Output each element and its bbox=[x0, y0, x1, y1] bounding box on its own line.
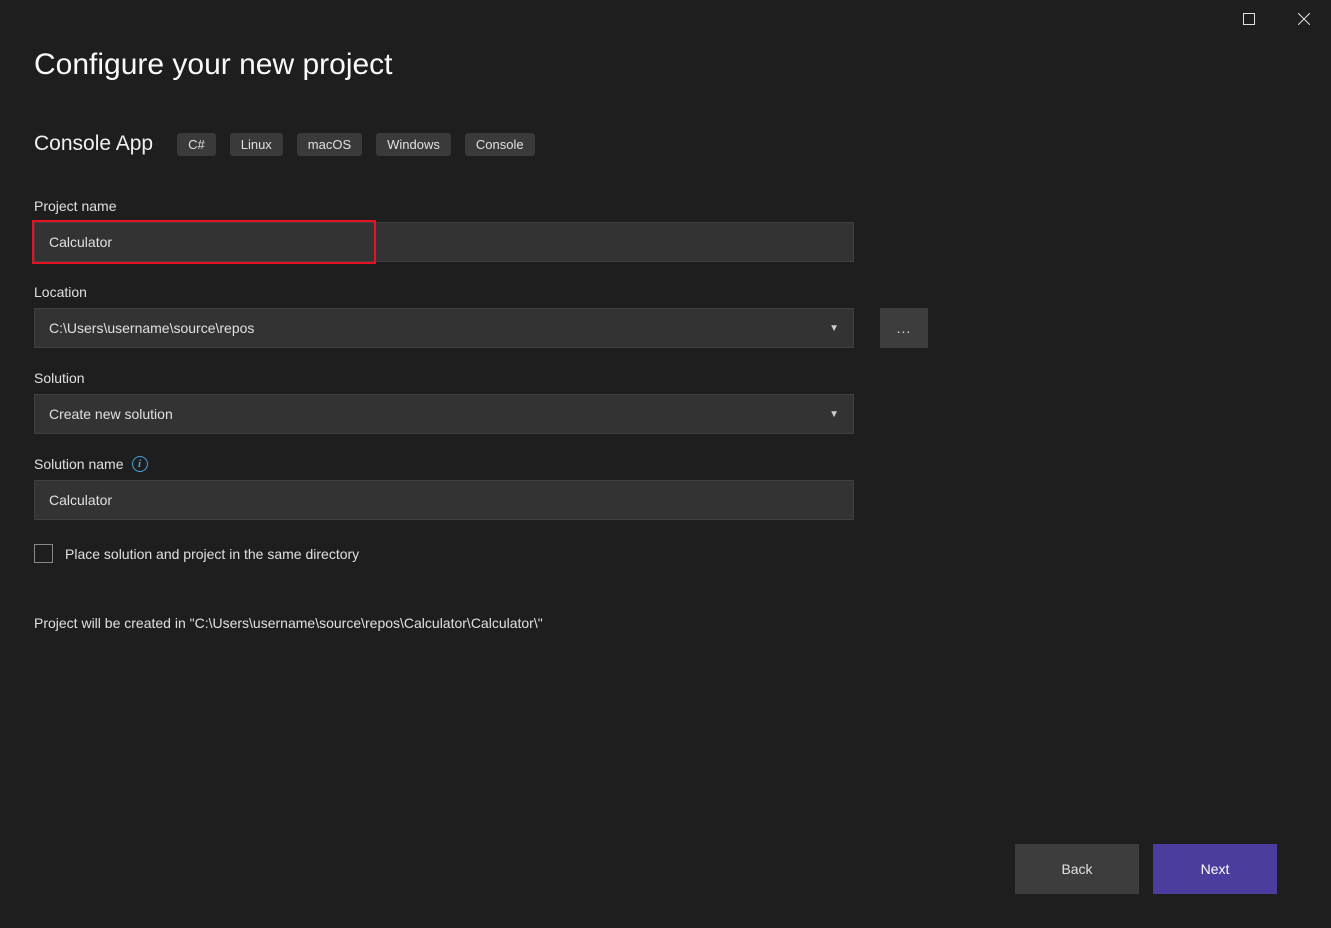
solution-name-group: Solution name i bbox=[34, 456, 1297, 520]
back-button[interactable]: Back bbox=[1015, 844, 1139, 894]
project-name-group: Project name bbox=[34, 198, 1297, 262]
close-icon bbox=[1298, 13, 1310, 25]
solution-name-label-text: Solution name bbox=[34, 456, 124, 472]
location-value: C:\Users\username\source\repos bbox=[49, 320, 254, 336]
chevron-down-icon: ▼ bbox=[829, 409, 839, 420]
close-button[interactable] bbox=[1276, 0, 1331, 38]
solution-name-input[interactable] bbox=[34, 480, 854, 520]
tags-container: C# Linux macOS Windows Console bbox=[177, 133, 535, 156]
maximize-icon bbox=[1243, 13, 1255, 25]
tag-csharp: C# bbox=[177, 133, 216, 156]
project-name-input[interactable] bbox=[34, 222, 854, 262]
info-icon[interactable]: i bbox=[132, 456, 148, 472]
project-name-label: Project name bbox=[34, 198, 1297, 214]
tag-console: Console bbox=[465, 133, 535, 156]
location-label: Location bbox=[34, 284, 1297, 300]
maximize-button[interactable] bbox=[1221, 0, 1276, 38]
project-path-info: Project will be created in "C:\Users\use… bbox=[34, 615, 1297, 631]
same-directory-checkbox[interactable] bbox=[34, 544, 53, 563]
template-name: Console App bbox=[34, 132, 153, 156]
footer: Back Next bbox=[1015, 844, 1277, 894]
template-row: Console App C# Linux macOS Windows Conso… bbox=[34, 132, 1297, 156]
solution-dropdown[interactable]: Create new solution ▼ bbox=[34, 394, 854, 434]
main-content: Configure your new project Console App C… bbox=[0, 0, 1331, 631]
tag-linux: Linux bbox=[230, 133, 283, 156]
next-button[interactable]: Next bbox=[1153, 844, 1277, 894]
location-group: Location C:\Users\username\source\repos … bbox=[34, 284, 1297, 348]
browse-button[interactable]: ... bbox=[880, 308, 928, 348]
location-dropdown[interactable]: C:\Users\username\source\repos ▼ bbox=[34, 308, 854, 348]
tag-windows: Windows bbox=[376, 133, 451, 156]
page-title: Configure your new project bbox=[34, 48, 1297, 82]
solution-group: Solution Create new solution ▼ bbox=[34, 370, 1297, 434]
tag-macos: macOS bbox=[297, 133, 362, 156]
solution-label: Solution bbox=[34, 370, 1297, 386]
chevron-down-icon: ▼ bbox=[829, 323, 839, 334]
same-directory-label: Place solution and project in the same d… bbox=[65, 546, 359, 562]
solution-value: Create new solution bbox=[49, 406, 173, 422]
window-controls bbox=[1221, 0, 1331, 38]
same-directory-row: Place solution and project in the same d… bbox=[34, 544, 1297, 563]
solution-name-label: Solution name i bbox=[34, 456, 1297, 472]
